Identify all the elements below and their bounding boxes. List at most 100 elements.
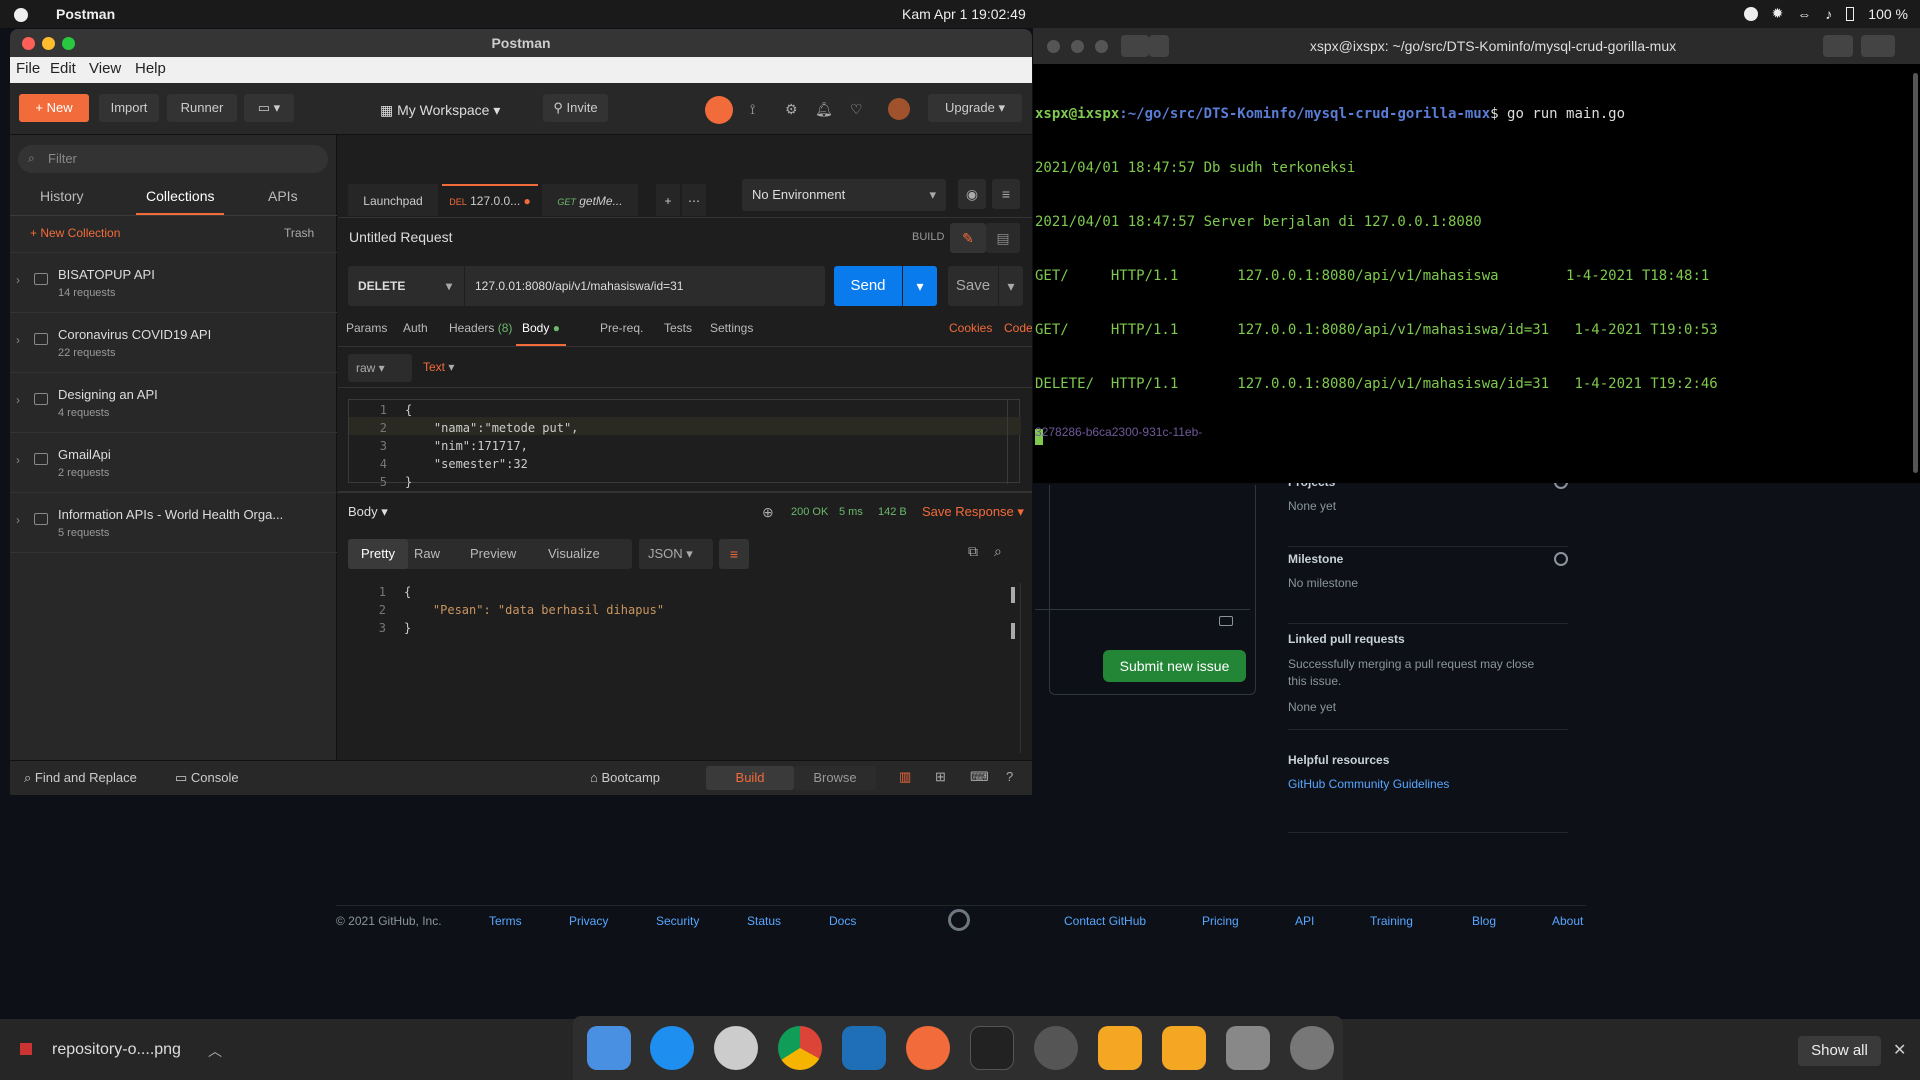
tab-apis[interactable]: APIs xyxy=(268,188,298,204)
tab-get-request[interactable]: GET getMe... xyxy=(542,184,638,216)
add-tab-icon[interactable]: + xyxy=(656,184,680,216)
response-body-viewer[interactable]: 1{ 2 "Pesan": "data berhasil dihapus" 3} xyxy=(348,583,1021,753)
layout-icon[interactable]: ⊞ xyxy=(935,769,946,785)
url-input[interactable]: 127.0.01:8080/api/v1/mahasiswa/id=31 xyxy=(465,266,825,306)
import-button[interactable]: Import xyxy=(99,94,159,122)
brightness-icon[interactable]: ✹ xyxy=(1772,5,1784,22)
pane-divider[interactable] xyxy=(338,491,1032,493)
maximize-dot[interactable] xyxy=(62,37,75,50)
view-visualize[interactable]: Visualize xyxy=(548,546,600,561)
menu-view[interactable]: View xyxy=(89,60,121,77)
close-icon[interactable]: ✕ xyxy=(1893,1040,1906,1060)
more-tabs-icon[interactable]: ⋯ xyxy=(682,184,706,216)
viewer-scrollbar[interactable] xyxy=(1020,583,1021,753)
trash-icon[interactable] xyxy=(1226,1026,1270,1070)
filter-input[interactable]: Filter xyxy=(18,145,328,173)
search-icon[interactable]: ⌕ xyxy=(994,543,1002,560)
satellite-icon[interactable]: ⟟ xyxy=(750,101,755,118)
collection-item[interactable]: › Information APIs - World Health Orga...… xyxy=(10,493,337,553)
accessibility-icon[interactable] xyxy=(1743,6,1758,21)
footer-about[interactable]: About xyxy=(1552,914,1583,928)
comment-icon[interactable]: ▤ xyxy=(986,223,1020,253)
body-mode-select[interactable]: raw ▾ xyxy=(348,354,412,382)
tab-collections[interactable]: Collections xyxy=(136,188,225,215)
menu-file[interactable]: File xyxy=(16,60,40,77)
tab-tests[interactable]: Tests xyxy=(664,321,692,335)
collection-item[interactable]: › GmailApi 2 requests xyxy=(10,433,337,493)
terminal-scrollbar[interactable] xyxy=(1913,73,1918,473)
edit-icon[interactable]: ✎ xyxy=(950,223,986,253)
maximize-dot[interactable] xyxy=(1095,40,1108,53)
show-all-button[interactable]: Show all xyxy=(1798,1036,1881,1066)
minimize-dot[interactable] xyxy=(42,37,55,50)
view-preview[interactable]: Preview xyxy=(470,546,516,561)
settings-icon[interactable] xyxy=(1034,1026,1078,1070)
find-replace-button[interactable]: ⌕ Find and Replace xyxy=(24,770,137,786)
footer-terms[interactable]: Terms xyxy=(489,914,522,928)
new-window-icon[interactable]: ▭ ▾ xyxy=(244,94,294,122)
footer-blog[interactable]: Blog xyxy=(1472,914,1496,928)
response-size[interactable]: 142 B xyxy=(878,506,907,518)
postman-window[interactable]: Postman File Edit View Help + New Import… xyxy=(10,29,1032,795)
drive-icon[interactable] xyxy=(1098,1026,1142,1070)
footer-status[interactable]: Status xyxy=(747,914,781,928)
save-dropdown-icon[interactable]: ▾ xyxy=(999,266,1023,306)
response-time[interactable]: 5 ms xyxy=(839,506,863,518)
finder-icon[interactable] xyxy=(587,1026,631,1070)
help-icon[interactable]: ? xyxy=(1006,769,1013,784)
footer-api[interactable]: API xyxy=(1295,914,1314,928)
collection-item[interactable]: › Coronavirus COVID19 API 22 requests xyxy=(10,313,337,373)
apple-icon[interactable] xyxy=(13,5,29,23)
response-body-label[interactable]: Body ▾ xyxy=(348,504,388,520)
network-icon[interactable]: ⇔ xyxy=(1797,6,1811,22)
avatar[interactable] xyxy=(888,98,910,120)
guidelines-link[interactable]: GitHub Community Guidelines xyxy=(1288,777,1568,791)
close-dot[interactable] xyxy=(1047,40,1060,53)
method-select[interactable]: DELETE ▾ xyxy=(348,266,464,306)
request-name[interactable]: Untitled Request xyxy=(349,229,453,245)
launchpad-icon[interactable] xyxy=(1290,1026,1334,1070)
submit-new-issue-button[interactable]: Submit new issue xyxy=(1103,650,1246,682)
clock[interactable]: Kam Apr 1 19:02:49 xyxy=(902,6,1026,22)
new-button[interactable]: + New xyxy=(19,94,89,122)
close-dot[interactable] xyxy=(22,37,35,50)
battery-icon[interactable] xyxy=(1846,6,1855,21)
collection-item[interactable]: › BISATOPUP API 14 requests xyxy=(10,253,337,313)
footer-contact[interactable]: Contact GitHub xyxy=(1064,914,1146,928)
footer-training[interactable]: Training xyxy=(1370,914,1413,928)
cookies-link[interactable]: Cookies xyxy=(949,321,992,335)
save-button[interactable]: Save xyxy=(948,266,998,306)
active-app-name[interactable]: Postman xyxy=(56,6,115,22)
chevron-up-icon[interactable]: ︿ xyxy=(208,1041,222,1061)
volume-icon[interactable]: ♪ xyxy=(1825,6,1832,22)
tab-auth[interactable]: Auth xyxy=(403,321,428,335)
postman-icon[interactable] xyxy=(906,1026,950,1070)
chevron-down-icon[interactable] xyxy=(1149,35,1169,57)
two-pane-icon[interactable]: ▥ xyxy=(899,769,911,785)
menu-icon[interactable] xyxy=(1861,35,1895,57)
footer-privacy[interactable]: Privacy xyxy=(569,914,608,928)
tab-params[interactable]: Params xyxy=(346,321,387,335)
help-lifebuoy-icon[interactable] xyxy=(714,1026,758,1070)
footer-docs[interactable]: Docs xyxy=(829,914,856,928)
copy-icon[interactable]: ⧉ xyxy=(968,543,978,560)
tab-headers[interactable]: Headers (8) xyxy=(449,321,512,335)
response-format-select[interactable]: JSON ▾ xyxy=(639,539,713,569)
tab-launchpad[interactable]: Launchpad xyxy=(348,184,438,216)
keyboard-icon[interactable]: ⌨ xyxy=(970,769,989,785)
trash-button[interactable]: Trash xyxy=(284,226,314,240)
collection-item[interactable]: › Designing an API 4 requests xyxy=(10,373,337,433)
app-store-icon[interactable] xyxy=(650,1026,694,1070)
chrome-icon[interactable] xyxy=(778,1026,822,1070)
heart-icon[interactable]: ♡ xyxy=(850,101,863,118)
minimize-dot[interactable] xyxy=(1071,40,1084,53)
status-code[interactable]: 200 OK xyxy=(791,506,828,518)
sync-icon[interactable] xyxy=(705,96,733,124)
invite-button[interactable]: ⚲ Invite xyxy=(543,94,608,122)
tab-delete-request[interactable]: DEL 127.0.0... ● xyxy=(442,184,538,216)
build-toggle[interactable]: Build xyxy=(706,766,794,790)
tab-prereq[interactable]: Pre-req. xyxy=(600,321,643,335)
tab-body[interactable]: Body ● xyxy=(516,321,566,346)
vscode-icon[interactable] xyxy=(842,1026,886,1070)
settings-sliders-icon[interactable]: ≡ xyxy=(992,179,1020,209)
